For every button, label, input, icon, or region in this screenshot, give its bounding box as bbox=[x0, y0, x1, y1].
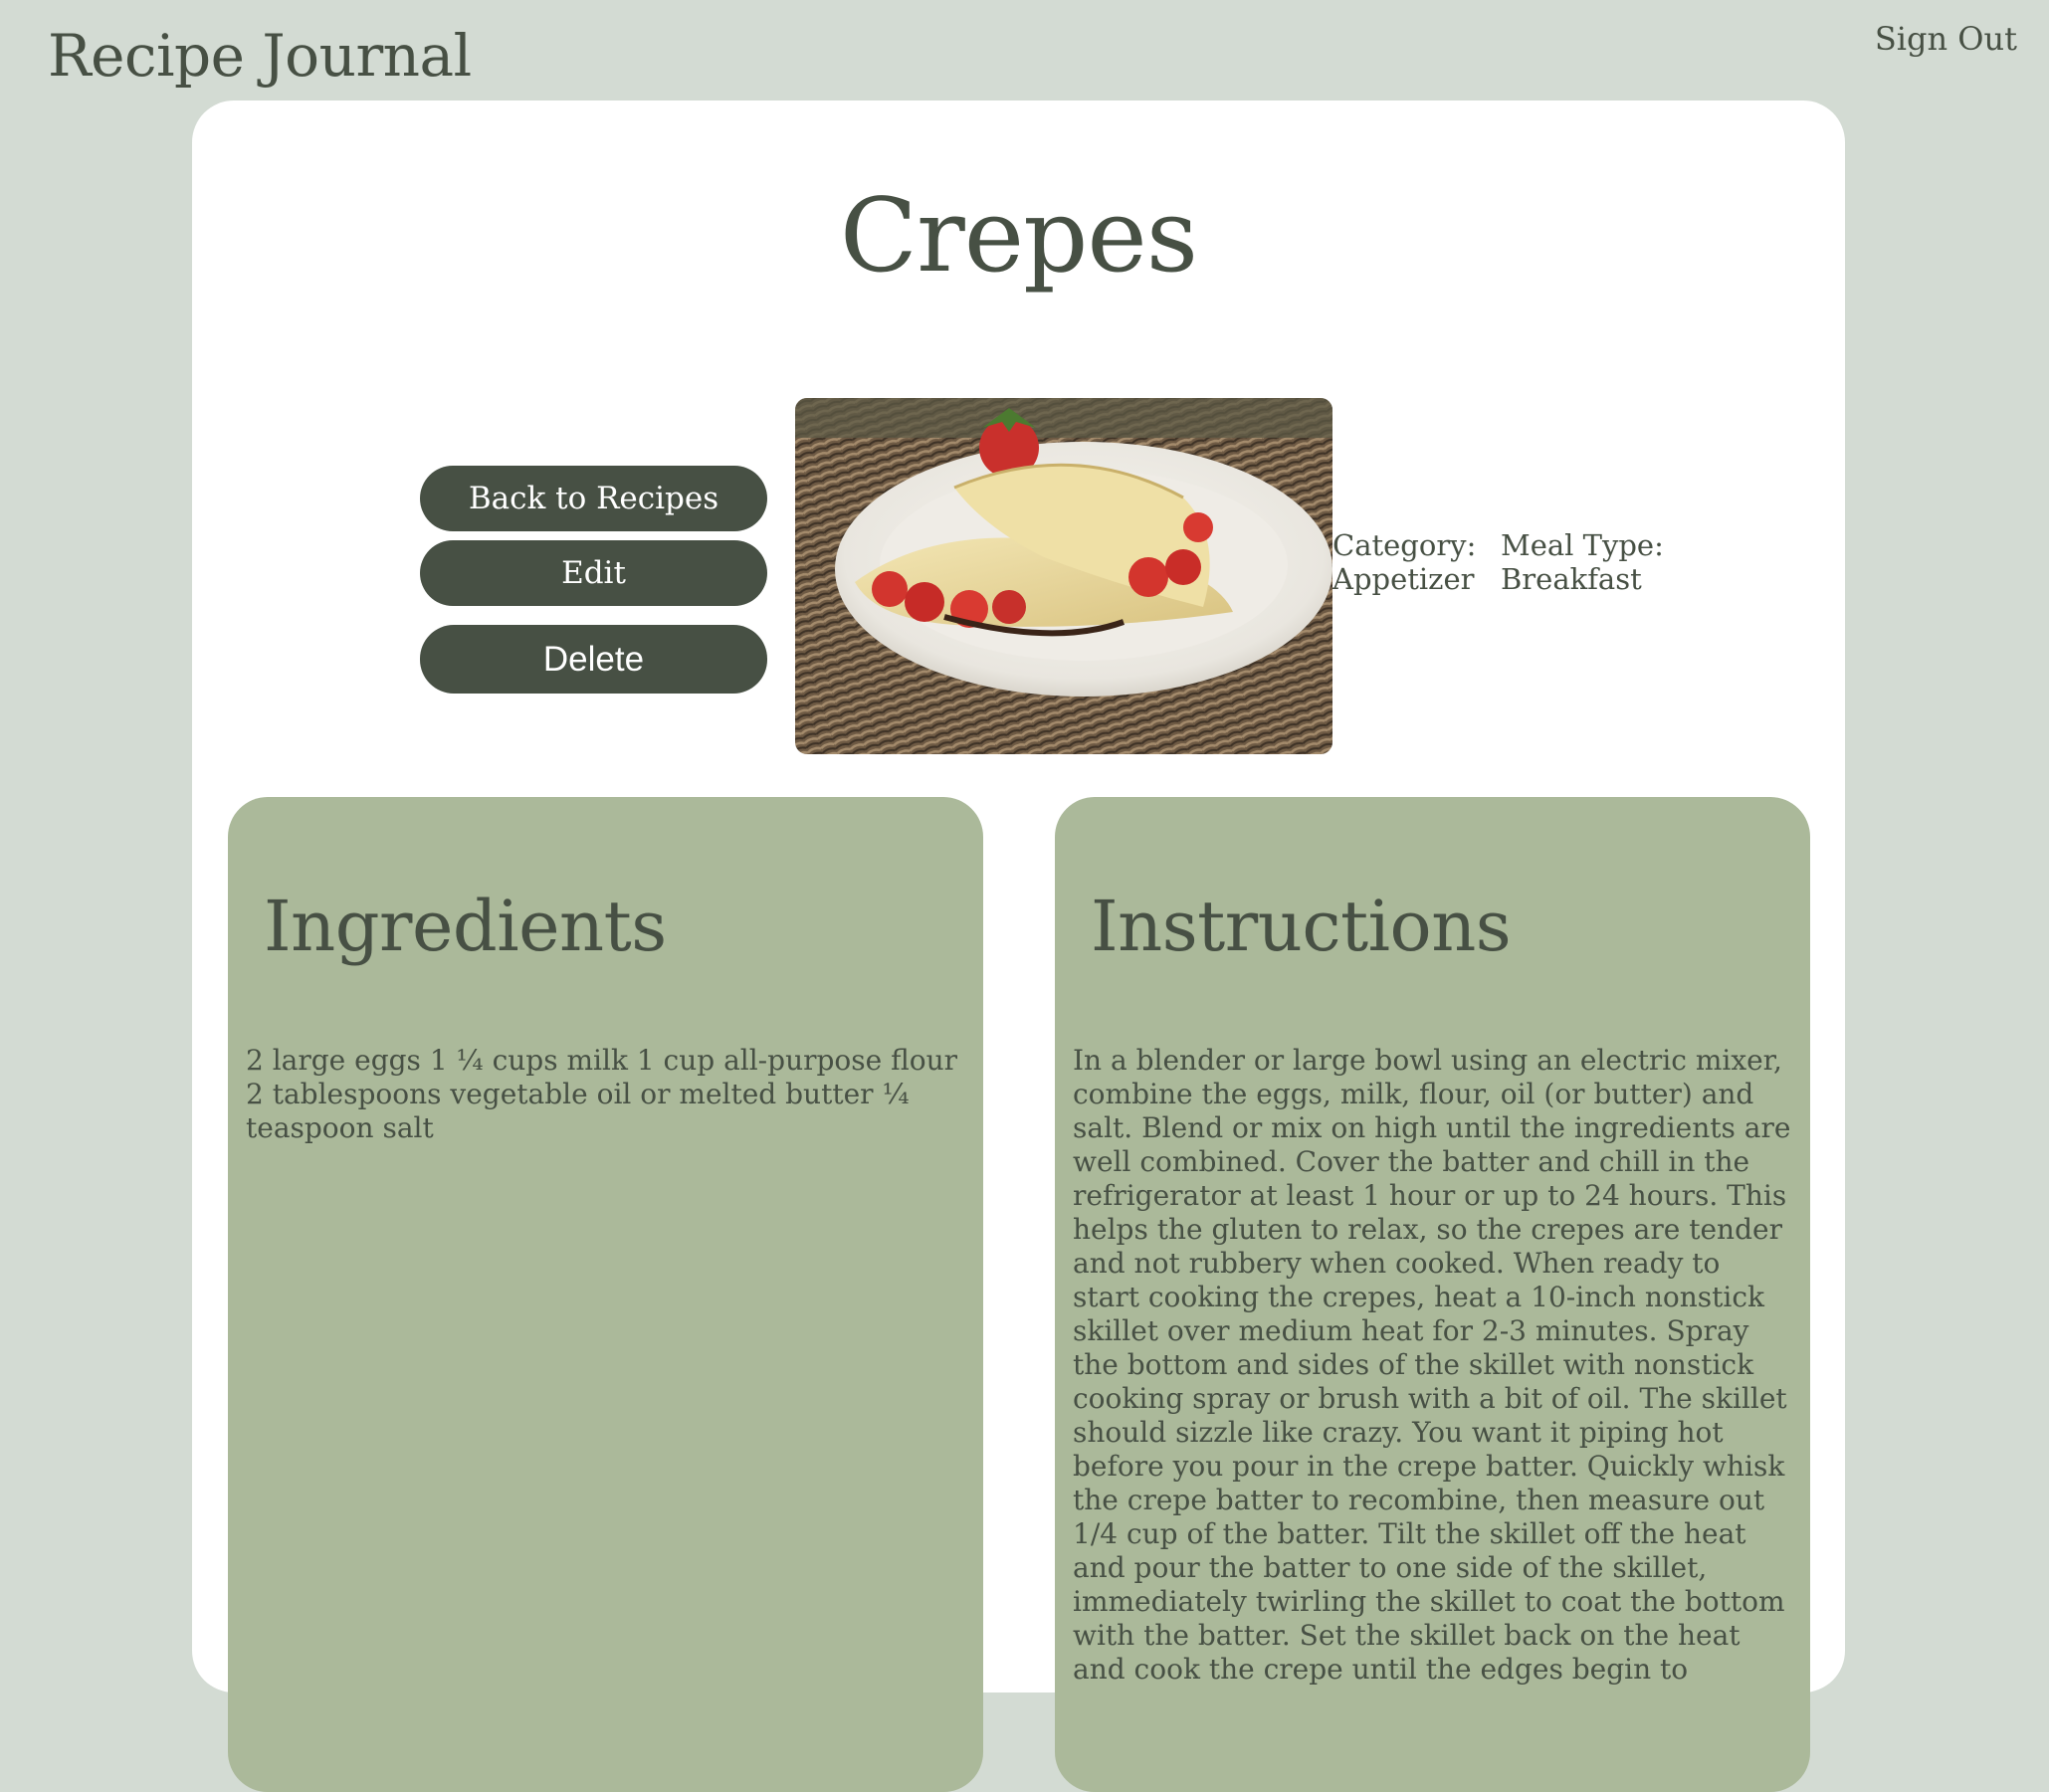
instructions-heading: Instructions bbox=[1091, 886, 1512, 967]
category-info: Category: Appetizer bbox=[1332, 528, 1476, 596]
recipe-title: Crepes bbox=[839, 177, 1198, 296]
category-label: Category: bbox=[1332, 528, 1477, 562]
ingredients-panel: Ingredients 2 large eggs 1 ¼ cups milk 1… bbox=[228, 797, 983, 1792]
ingredients-heading: Ingredients bbox=[264, 886, 667, 967]
instructions-text: In a blender or large bowl using an elec… bbox=[1073, 1044, 1791, 1686]
recipe-photo bbox=[795, 398, 1332, 754]
meal-type-info: Meal Type: Breakfast bbox=[1501, 528, 1664, 596]
category-value: Appetizer bbox=[1332, 562, 1475, 596]
back-to-recipes-button[interactable]: Back to Recipes bbox=[420, 466, 767, 531]
sign-out-link[interactable]: Sign Out bbox=[1875, 20, 2017, 58]
meal-type-label: Meal Type: bbox=[1501, 528, 1664, 562]
meal-type-value: Breakfast bbox=[1501, 562, 1642, 596]
recipe-card: Crepes Back to Recipes Edit Delete Categ… bbox=[192, 100, 1845, 1792]
delete-button[interactable]: Delete bbox=[420, 625, 767, 694]
ingredients-text: 2 large eggs 1 ¼ cups milk 1 cup all-pur… bbox=[246, 1044, 958, 1144]
edit-button[interactable]: Edit bbox=[420, 540, 767, 606]
app-title: Recipe Journal bbox=[48, 22, 472, 90]
instructions-panel: Instructions In a blender or large bowl … bbox=[1055, 797, 1810, 1792]
